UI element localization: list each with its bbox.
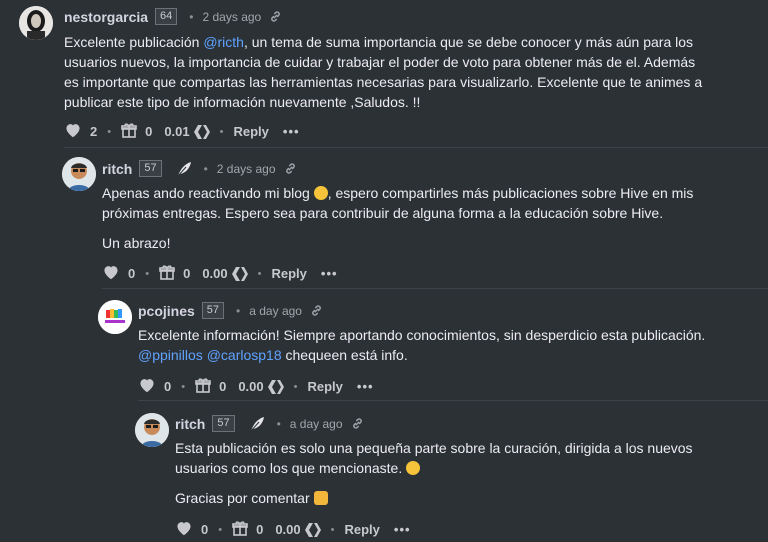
hive-icon (231, 266, 248, 281)
avatar[interactable] (19, 6, 53, 40)
comment-actions: 2 • 0 0.01 • Reply ••• (64, 122, 300, 141)
author-name[interactable]: pcojines (138, 303, 195, 319)
gift-icon[interactable] (232, 520, 248, 539)
gift-icon[interactable] (121, 122, 137, 141)
gift-icon[interactable] (159, 264, 175, 283)
reputation-badge: 57 (201, 302, 225, 319)
comment-body: Esta publicación es solo una pequeña par… (175, 438, 735, 508)
feather-icon (176, 161, 192, 177)
thumbs-up-emoji-icon (313, 491, 328, 505)
feather-icon (249, 416, 265, 432)
reply-button[interactable]: Reply (234, 124, 269, 139)
separator: • (276, 416, 281, 431)
avatar[interactable] (98, 300, 132, 334)
payout-amount[interactable]: 0.00 (275, 522, 300, 537)
more-options-icon[interactable]: ••• (394, 522, 411, 537)
comment-actions: 0 • 0 0.00 • Reply ••• (138, 377, 374, 396)
payout-amount[interactable]: 0.00 (202, 266, 227, 281)
reputation-badge: 57 (139, 160, 162, 177)
separator: • (236, 303, 241, 318)
comment-body: Excelente publicación @ricth, un tema de… (64, 32, 704, 112)
link-icon[interactable] (351, 417, 364, 430)
body-text: Excelente información! Siempre aportando… (138, 327, 706, 343)
heart-icon[interactable] (138, 377, 156, 396)
reply-button[interactable]: Reply (308, 379, 343, 394)
smiley-emoji-icon (406, 461, 421, 475)
author-name[interactable]: ritch (102, 161, 132, 177)
avatar[interactable] (135, 413, 169, 447)
link-icon[interactable] (269, 10, 282, 23)
author-name[interactable]: ritch (175, 416, 205, 432)
reply-button[interactable]: Reply (272, 266, 307, 281)
mention-link[interactable]: @ricth (203, 34, 244, 50)
comment-actions: 0 • 0 0.00 • Reply ••• (102, 264, 338, 283)
grinning-emoji-icon (313, 186, 328, 200)
comment-body: Apenas ando reactivando mi blog , espero… (102, 183, 722, 253)
reblog-count[interactable]: 0 (219, 379, 226, 394)
body-text: Excelente publicación (64, 34, 204, 50)
author-name[interactable]: nestorgarcia (64, 9, 148, 25)
heart-icon[interactable] (175, 520, 193, 539)
body-text: chequeen está info. (281, 347, 408, 363)
hive-icon (193, 124, 210, 139)
payout-amount[interactable]: 0.00 (238, 379, 263, 394)
reblog-count[interactable]: 0 (183, 266, 190, 281)
separator: • (189, 9, 194, 24)
reputation-badge: 64 (155, 8, 178, 25)
divider (102, 288, 768, 289)
reblog-count[interactable]: 0 (256, 522, 263, 537)
vote-count[interactable]: 0 (128, 266, 135, 281)
reputation-badge: 57 (212, 415, 235, 432)
reply-button[interactable]: Reply (345, 522, 380, 537)
body-text: Apenas ando reactivando mi blog (102, 185, 314, 201)
divider (64, 147, 768, 148)
comment-actions: 0 • 0 0.00 • Reply ••• (175, 520, 411, 539)
heart-icon[interactable] (64, 122, 82, 141)
mention-link[interactable]: @carlosp18 (207, 347, 282, 363)
vote-count[interactable]: 2 (90, 124, 97, 139)
body-text: Gracias por comentar (175, 490, 314, 506)
more-options-icon[interactable]: ••• (283, 124, 300, 139)
body-text: Un abrazo! (102, 235, 171, 251)
link-icon[interactable] (310, 304, 323, 317)
more-options-icon[interactable]: ••• (321, 266, 338, 281)
mention-link[interactable]: @ppinillos (138, 347, 203, 363)
comment-body: Excelente información! Siempre aportando… (138, 325, 738, 365)
divider (138, 400, 768, 401)
separator: • (203, 161, 208, 176)
timestamp[interactable]: a day ago (290, 417, 343, 431)
avatar[interactable] (62, 157, 96, 191)
more-options-icon[interactable]: ••• (357, 379, 374, 394)
reblog-count[interactable]: 0 (145, 124, 152, 139)
hive-icon (304, 522, 321, 537)
body-text: Esta publicación es solo una pequeña par… (175, 440, 693, 476)
vote-count[interactable]: 0 (201, 522, 208, 537)
timestamp[interactable]: a day ago (249, 304, 302, 318)
timestamp[interactable]: 2 days ago (203, 10, 262, 24)
vote-count[interactable]: 0 (164, 379, 171, 394)
payout-amount[interactable]: 0.01 (164, 124, 189, 139)
hive-icon (267, 379, 284, 394)
heart-icon[interactable] (102, 264, 120, 283)
link-icon[interactable] (284, 162, 297, 175)
gift-icon[interactable] (195, 377, 211, 396)
timestamp[interactable]: 2 days ago (217, 162, 276, 176)
